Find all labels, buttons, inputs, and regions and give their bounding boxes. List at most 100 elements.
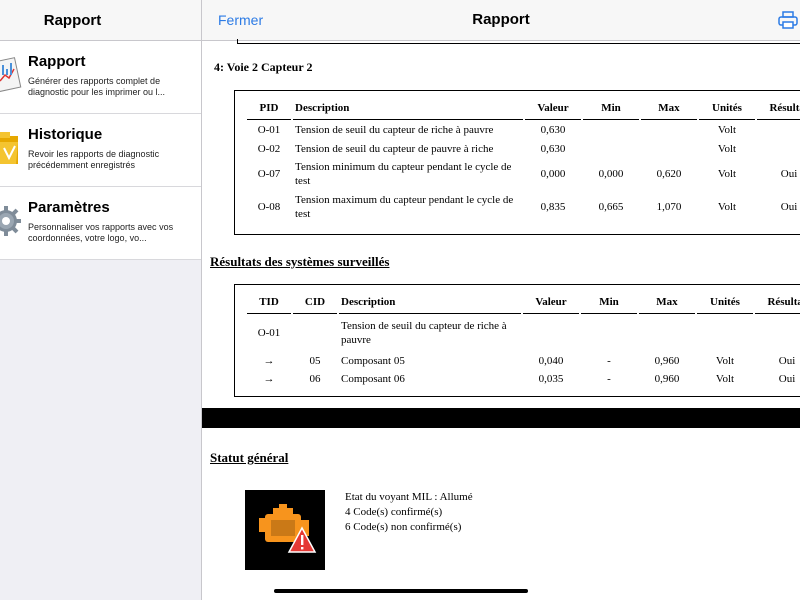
cell: 0,665 (598, 200, 624, 213)
section-heading: Résultats des systèmes surveillés (210, 254, 390, 269)
unconfirmed-codes: 6 Code(s) non confirmé(s) (345, 521, 462, 533)
sidebar-title: Rapport (43, 11, 102, 29)
home-indicator[interactable] (274, 589, 528, 593)
cell: Tension minimum du capteur pendant le cy… (295, 160, 512, 187)
cell: O-01 (257, 327, 281, 339)
cell: 0,960 (654, 355, 680, 367)
cell: 1,070 (656, 200, 682, 213)
cell (697, 314, 753, 352)
cell: Volt (717, 167, 737, 180)
sidebar-item-label: Rapport (28, 53, 86, 70)
cell (581, 314, 637, 352)
page-title: Rapport (472, 11, 530, 28)
monitor-table-box: TID CID Description Valeur Min Max Unité… (234, 284, 800, 397)
section-divider (202, 408, 800, 428)
sidebar-item-parametres[interactable]: Paramètres Personnaliser vos rapports av… (0, 187, 201, 260)
cell (757, 140, 800, 157)
cell: → (263, 355, 275, 367)
table-row: → 06 Composant 06 0,035 - 0,960 Volt Oui (247, 370, 800, 388)
cell (755, 314, 800, 352)
sidebar-header: Rapport (0, 0, 201, 41)
cell: O-07 (257, 167, 281, 180)
section-subtitle: 4: Voie 2 Capteur 2 (214, 60, 313, 74)
cell: Tension de seuil du capteur de riche à p… (341, 320, 507, 346)
cell (583, 120, 639, 140)
cell: O-01 (257, 124, 281, 136)
report-icon (0, 57, 22, 93)
table-row: O-01 Tension de seuil du capteur de rich… (247, 120, 800, 140)
sensor-table-box: PID Description Valeur Min Max Unités Ré… (234, 90, 800, 235)
column-header: CID (293, 291, 337, 314)
column-header: Unités (697, 291, 753, 314)
cell: Oui (780, 167, 798, 180)
sidebar-item-label: Paramètres (28, 199, 110, 216)
table-header-row: TID CID Description Valeur Min Max Unité… (247, 291, 800, 314)
cell: Oui (778, 373, 796, 385)
column-header: Valeur (523, 291, 579, 314)
cell: 0,630 (540, 124, 566, 136)
report-pane: Fermer Rapport 4: Voie 2 Capteur 2 PID D… (202, 0, 800, 600)
folder-history-icon (0, 132, 18, 164)
sidebar-item-description: Revoir les rapports de diagnostic précéd… (28, 149, 160, 170)
printer-icon[interactable] (778, 11, 798, 29)
sidebar-list: Rapport Générer des rapports complet de … (0, 41, 201, 260)
cell: 0,835 (540, 200, 566, 213)
cell: 0,040 (538, 355, 564, 367)
table-row: O-02 Tension de seuil du capteur de pauv… (247, 140, 800, 157)
cell: Tension de seuil du capteur de pauvre à … (295, 142, 494, 155)
column-header: Description (339, 291, 521, 314)
cell (583, 140, 639, 157)
cell (639, 314, 695, 352)
gear-icon (0, 206, 21, 236)
column-header: Unités (699, 97, 755, 120)
cell (293, 314, 337, 352)
column-header: Résultat (755, 291, 800, 314)
column-header: Max (641, 97, 697, 120)
cell: 0,960 (654, 373, 680, 385)
cell: - (607, 373, 611, 385)
cell: Volt (717, 142, 737, 155)
sidebar: Rapport Rapport Générer des rapports com… (0, 0, 202, 600)
navigation-bar: Fermer Rapport (202, 0, 800, 41)
cell: 0,620 (656, 167, 682, 180)
cell: Composant 06 (341, 373, 405, 385)
table-header-row: PID Description Valeur Min Max Unités Ré… (247, 97, 800, 120)
cell: 05 (309, 355, 321, 367)
cell: Oui (780, 200, 798, 213)
cell (641, 120, 697, 140)
sidebar-item-rapport[interactable]: Rapport Générer des rapports complet de … (0, 41, 201, 114)
cell: Volt (715, 355, 735, 367)
sensor-table: PID Description Valeur Min Max Unités Ré… (245, 97, 800, 223)
cell: Tension de seuil du capteur de riche à p… (295, 124, 494, 136)
cell: Volt (717, 200, 737, 213)
cell: → (263, 373, 275, 385)
table-row: O-07 Tension minimum du capteur pendant … (247, 157, 800, 190)
report-document: 4: Voie 2 Capteur 2 PID Description Vale… (202, 39, 800, 600)
column-header: Min (583, 97, 639, 120)
table-row: O-08 Tension maximum du capteur pendant … (247, 190, 800, 223)
section-heading: Statut général (210, 450, 289, 465)
mil-status: Etat du voyant MIL : Allumé (345, 491, 473, 503)
status-summary: Etat du voyant MIL : Allumé 4 Code(s) co… (345, 490, 473, 535)
sidebar-item-historique[interactable]: Historique Revoir les rapports de diagno… (0, 114, 201, 187)
table-row: → 05 Composant 05 0,040 - 0,960 Volt Oui (247, 352, 800, 370)
table-row: O-01 Tension de seuil du capteur de rich… (247, 314, 800, 352)
cell: 06 (309, 373, 321, 385)
cell: 0,035 (538, 373, 564, 385)
column-header: TID (247, 291, 291, 314)
cell: - (607, 355, 611, 367)
check-engine-icon (245, 490, 325, 570)
cell: Composant 05 (341, 355, 405, 367)
cell (523, 314, 579, 352)
cell (757, 120, 800, 140)
sidebar-item-description: Générer des rapports complet de diagnost… (28, 76, 166, 97)
column-header: Max (639, 291, 695, 314)
confirmed-codes: 4 Code(s) confirmé(s) (345, 506, 443, 518)
column-header: PID (247, 97, 291, 120)
cell: 0,000 (540, 167, 566, 180)
column-header: Description (293, 97, 523, 120)
cell: Tension maximum du capteur pendant le cy… (295, 193, 514, 220)
column-header: Résultat (757, 97, 800, 120)
sidebar-item-label: Historique (28, 126, 103, 143)
cell: Volt (715, 373, 735, 385)
